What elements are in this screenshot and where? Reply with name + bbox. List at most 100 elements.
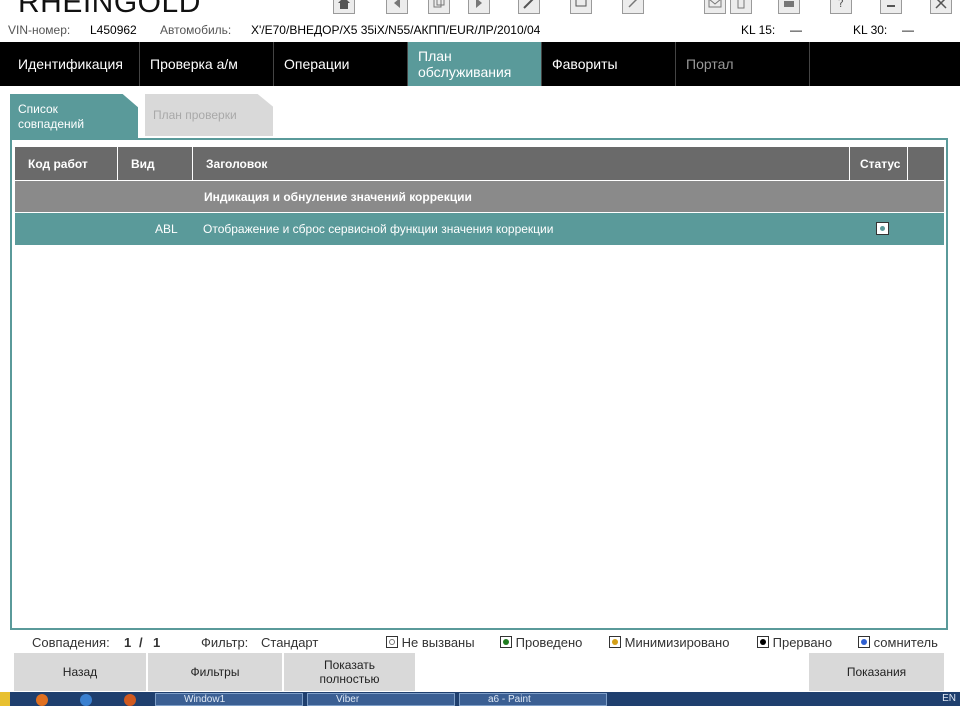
minimize-button[interactable] [880,0,902,14]
connection-button[interactable] [570,0,592,14]
os-taskbar: Window1 Viber a6 - Paint EN [0,692,960,706]
tab-vehicle-test[interactable]: Проверка а/м [140,42,274,86]
battery-button[interactable] [730,0,752,14]
car-value: X'/E70/ВНЕДОР/X5 35iX/N55/АКПП/EUR/ЛР/20… [251,23,541,37]
probe-icon [628,0,638,8]
legend-not-called: Не вызваны [386,635,475,650]
help-button[interactable]: ? [830,0,852,14]
legend-label: сомнитель [873,635,938,650]
kl30-label: KL 30: [853,23,888,37]
print-button[interactable] [778,0,800,14]
app-title: RHEINGOLD [18,0,201,19]
task-viber[interactable]: Viber [307,693,455,706]
language-indicator[interactable]: EN [942,693,956,704]
col-work-code[interactable]: Код работ [15,147,118,180]
table-row[interactable]: ABL Отображение и сброс сервисной функци… [15,213,944,245]
legend-done-icon [500,636,512,648]
col-type[interactable]: Вид [118,147,193,180]
show-full-button[interactable]: Показать полностью [284,653,417,691]
filter-value: Стандарт [261,635,319,650]
table-header: Код работ Вид Заголовок Статус [15,147,944,180]
matches-label: Совпадения: [32,635,110,650]
matches-value: 1 [124,635,132,650]
minimize-icon [887,5,895,7]
question-icon: ? [838,0,844,10]
wrench-icon [523,0,534,9]
legend-minimized: Минимизировано [609,635,729,650]
legend-label: Не вызваны [401,635,475,650]
kl15-value: — [790,23,802,37]
legend-aborted: Прервано [757,635,832,650]
legend-done: Проведено [500,635,582,650]
tab-label: План обслуживания [418,48,512,80]
legend-label: Минимизировано [624,635,730,650]
legend-label: Проведено [515,635,583,650]
main-nav: Идентификация Проверка а/м Операции План… [0,42,960,86]
row-type: ABL [155,222,178,236]
envelope-icon [708,0,722,8]
close-icon [935,0,947,9]
vin-value: L450962 [90,23,137,37]
matches-separator: / [139,635,143,650]
filters-button[interactable]: Фильтры [148,653,284,691]
task-window1[interactable]: Window1 [155,693,303,706]
subtab-label: План проверки [153,108,237,122]
group-title: Индикация и обнуление значений коррекции [204,189,472,204]
tab-service-plan[interactable]: План обслуживания [408,42,542,86]
vin-label: VIN-номер: [8,23,71,37]
firefox-icon[interactable] [36,694,48,706]
forward-nav-button[interactable] [468,0,490,14]
title-bar: RHEINGOLD ? [0,0,960,20]
tab-label: Идентификация [18,56,123,72]
battery-icon [737,0,745,9]
subtab-matches-list[interactable]: Список совпадений [10,94,138,138]
home-icon [338,0,350,9]
legend-doubtful-icon [858,636,870,648]
back-button[interactable]: Назад [14,653,148,691]
row-status-checkbox[interactable] [876,222,889,235]
col-title[interactable]: Заголовок [193,147,850,180]
browser-icon[interactable] [124,694,136,706]
car-label: Автомобиль: [160,23,232,37]
tab-operations[interactable]: Операции [274,42,408,86]
tab-label: Операции [284,56,350,72]
vehicle-info-bar: VIN-номер: L450962 Автомобиль: X'/E70/ВН… [0,20,960,42]
copy-button[interactable] [428,0,450,14]
status-line: Совпадения: 1 / 1 Фильтр: Стандарт Не вы… [0,633,960,653]
col-status[interactable]: Статус [850,147,908,180]
kl15-label: KL 15: [741,23,776,37]
group-row[interactable]: Индикация и обнуление значений коррекции [15,181,944,212]
tab-label: Портал [686,56,734,72]
filter-label: Фильтр: [201,635,249,650]
subtab-check-plan[interactable]: План проверки [145,94,273,136]
tab-label: Проверка а/м [150,56,238,72]
back-nav-button[interactable] [386,0,408,14]
task-paint[interactable]: a6 - Paint [459,693,607,706]
legend-label: Прервано [772,635,833,650]
row-title: Отображение и сброс сервисной функции зн… [203,222,554,236]
ie-icon[interactable] [80,694,92,706]
subtab-label: Список совпадений [18,102,85,131]
legend-not-called-icon [386,636,398,648]
start-icon[interactable] [0,692,10,706]
measure-button[interactable] [622,0,644,14]
col-extra [908,147,944,180]
readings-button[interactable]: Показания [809,653,944,691]
legend-minimized-icon [609,636,621,648]
tab-identification[interactable]: Идентификация [8,42,140,86]
kl30-value: — [902,23,914,37]
triangle-right-icon [476,0,482,8]
tools-button[interactable] [518,0,540,14]
home-button[interactable] [333,0,355,14]
printer-icon [784,1,794,7]
network-icon [575,0,587,7]
mail-button[interactable] [704,0,726,14]
legend-doubtful: сомнитель [858,635,958,650]
matches-total: 1 [153,635,161,650]
close-button[interactable] [930,0,952,14]
copy-icon [433,0,445,8]
tab-favorites[interactable]: Фавориты [542,42,676,86]
tab-label: Фавориты [552,56,618,72]
legend-aborted-icon [757,636,769,648]
tab-portal[interactable]: Портал [676,42,810,86]
